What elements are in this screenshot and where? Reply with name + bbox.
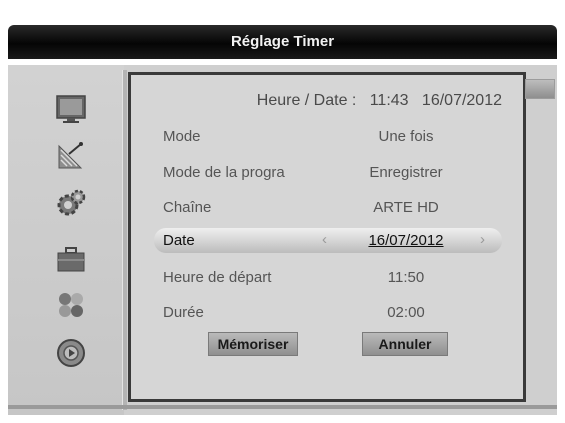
timer-form: Heure / Date : 11:43 16/07/2012 Mode Une… xyxy=(136,80,518,392)
settings-gear-icon[interactable] xyxy=(55,187,87,219)
tv-icon[interactable] xyxy=(55,93,87,125)
row-label: Mode de la progra xyxy=(163,164,285,181)
row-value: 02:00 xyxy=(387,304,425,321)
clock-readout: Heure / Date : 11:43 16/07/2012 xyxy=(136,92,502,110)
row-date-selected[interactable]: Date ‹ 16/07/2012 › xyxy=(154,228,502,253)
row-label: Date xyxy=(163,232,195,249)
media-disc-icon[interactable] xyxy=(55,337,87,369)
clock-label: Heure / Date : xyxy=(256,92,357,109)
row-value: Enregistrer xyxy=(369,164,443,181)
color-dots-icon[interactable] xyxy=(55,289,87,321)
save-button[interactable]: Mémoriser xyxy=(208,332,298,356)
briefcase-icon[interactable] xyxy=(55,243,87,275)
sidebar xyxy=(8,65,124,415)
clock-time: 11:43 xyxy=(369,92,409,109)
row-value: ARTE HD xyxy=(373,199,439,216)
row-label: Heure de départ xyxy=(163,269,272,286)
cancel-button[interactable]: Annuler xyxy=(362,332,448,356)
window-title: Réglage Timer xyxy=(8,25,557,59)
row-value: Une fois xyxy=(378,128,434,145)
row-label: Durée xyxy=(163,304,204,321)
arrow-right-icon[interactable]: › xyxy=(480,231,485,248)
bottom-divider xyxy=(8,405,557,409)
row-label: Mode xyxy=(163,128,201,145)
row-value: 16/07/2012 xyxy=(368,232,444,249)
sidebar-divider xyxy=(122,70,127,410)
row-label: Chaîne xyxy=(163,199,212,216)
clock-date: 16/07/2012 xyxy=(421,92,502,109)
row-value: 11:50 xyxy=(387,269,425,286)
scroll-indicator[interactable] xyxy=(525,79,555,99)
satellite-dish-icon[interactable] xyxy=(55,140,87,172)
